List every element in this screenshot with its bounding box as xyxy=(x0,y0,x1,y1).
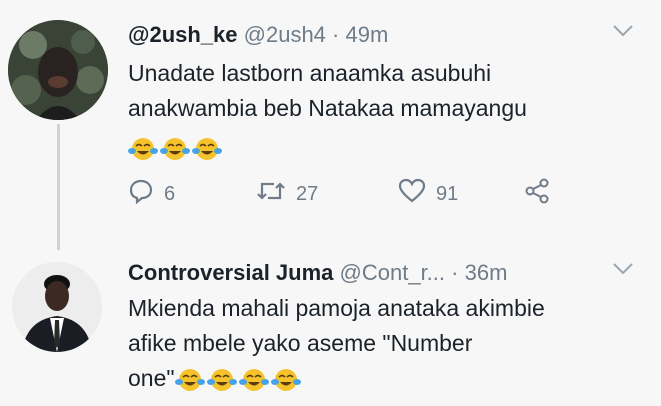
retweet-icon xyxy=(256,178,286,210)
avatar-image xyxy=(8,20,108,120)
tweet-text: Mkienda mahali pamoja anataka akimbie af… xyxy=(128,291,648,396)
tweet-2[interactable]: Controversial Juma @Cont_r... · 36m Mkie… xyxy=(0,244,661,406)
like-button[interactable]: 91 xyxy=(398,178,458,210)
separator: · xyxy=(451,260,459,285)
like-count: 91 xyxy=(436,182,459,205)
heart-icon xyxy=(398,178,426,210)
reply-button[interactable]: 6 xyxy=(128,178,175,210)
timestamp[interactable]: 36m xyxy=(465,260,508,285)
tweet-header: Controversial Juma @Cont_r... · 36m xyxy=(128,260,507,286)
tears-of-joy-emoji-icon xyxy=(128,136,158,162)
retweet-count: 27 xyxy=(296,182,319,205)
chevron-down-icon[interactable] xyxy=(612,22,634,43)
retweet-button[interactable]: 27 xyxy=(256,178,318,210)
thread-line xyxy=(57,124,60,250)
avatar[interactable] xyxy=(8,20,108,120)
avatar-image xyxy=(12,262,102,352)
tears-of-joy-emoji-icon xyxy=(270,367,301,393)
tears-of-joy-emoji-icon xyxy=(206,367,237,393)
tweet-text-line: Mkienda mahali pamoja anataka akimbie xyxy=(128,295,545,321)
tweet-text-line: one" xyxy=(128,361,648,396)
tweet-text: Unadate lastborn anaamka asubuhi anakwam… xyxy=(128,56,648,165)
reply-icon xyxy=(128,178,154,210)
reply-count: 6 xyxy=(164,182,176,205)
tears-of-joy-emoji-icon xyxy=(160,136,190,162)
timestamp[interactable]: 49m xyxy=(346,22,389,47)
share-button[interactable] xyxy=(524,178,550,210)
tweet-header: @2ush_ke @2ush4 · 49m xyxy=(128,22,388,48)
tweet-text-line-end: one" xyxy=(128,365,175,391)
chevron-down-icon[interactable] xyxy=(612,260,634,281)
tweet-text-line: anakwambia beb Natakaa mamayangu xyxy=(128,95,527,121)
handle[interactable]: @Cont_r... xyxy=(340,260,446,285)
tweet-1[interactable]: @2ush_ke @2ush4 · 49m Unadate lastborn a… xyxy=(0,0,661,250)
handle[interactable]: @2ush4 xyxy=(244,22,326,47)
tweet-text-line: Unadate lastborn anaamka asubuhi xyxy=(128,60,492,86)
tears-of-joy-emoji-icon xyxy=(238,367,269,393)
avatar[interactable] xyxy=(12,262,102,352)
tears-of-joy-emoji-icon xyxy=(192,136,222,162)
display-name[interactable]: Controversial Juma xyxy=(128,260,333,285)
share-icon xyxy=(524,178,550,210)
emoji-row xyxy=(128,130,648,165)
display-name[interactable]: @2ush_ke xyxy=(128,22,238,47)
tweet-text-line: afike mbele yako aseme "Number xyxy=(128,330,473,356)
separator: · xyxy=(332,22,340,47)
tears-of-joy-emoji-icon xyxy=(174,367,205,393)
